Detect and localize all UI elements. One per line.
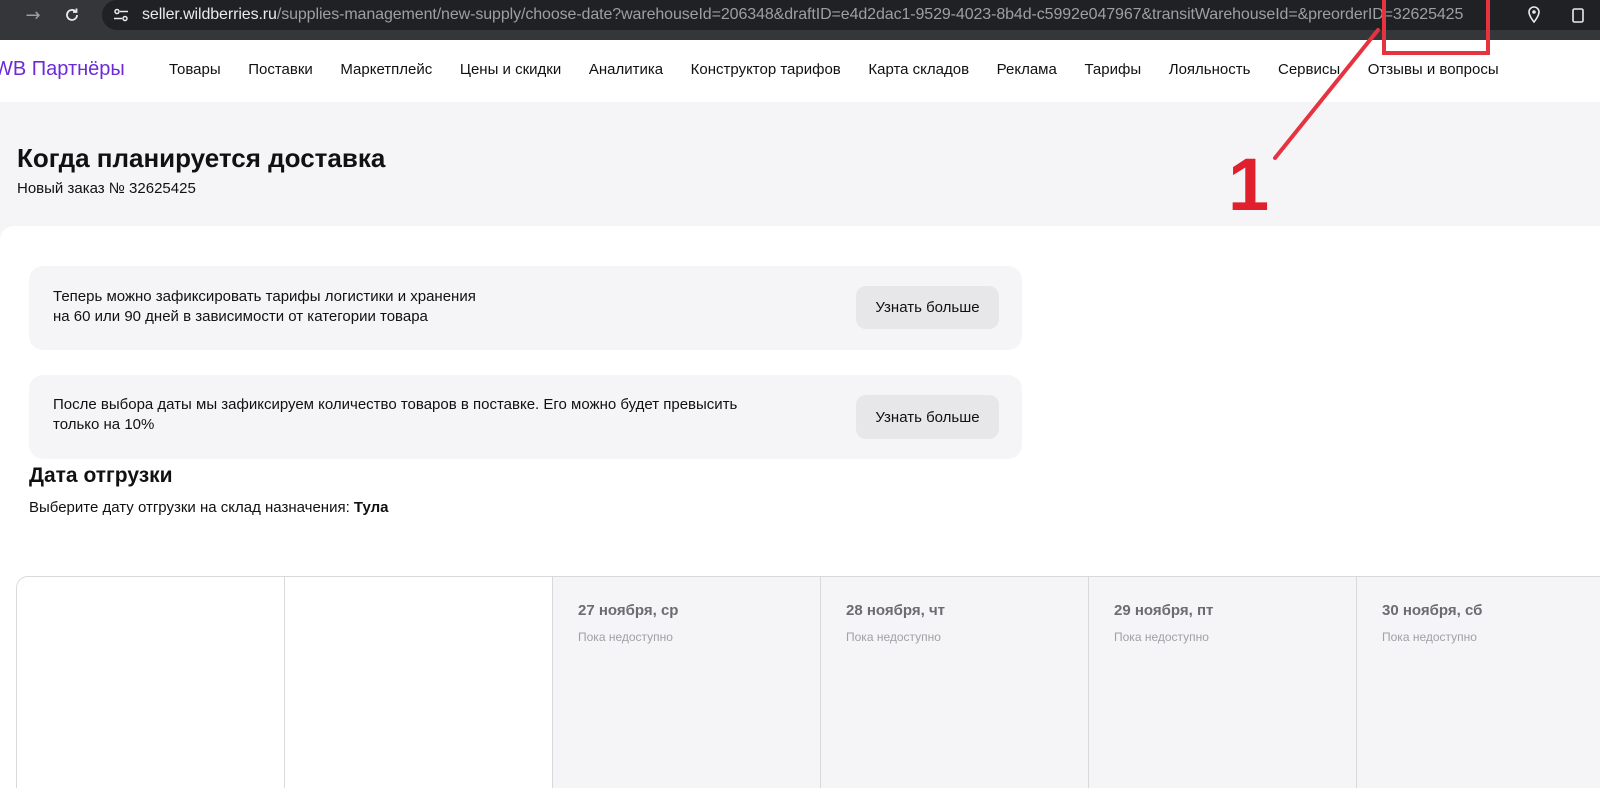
info-card-tariffs: Теперь можно зафиксировать тарифы логист… xyxy=(29,266,1022,350)
nav-item-marketplace[interactable]: Маркетплейс xyxy=(340,61,432,78)
site-settings-icon[interactable] xyxy=(110,4,132,26)
back-arrow-icon[interactable]: → xyxy=(18,0,48,30)
learn-more-button[interactable]: Узнать больше xyxy=(856,395,999,439)
nav-item-supplies[interactable]: Поставки xyxy=(248,61,313,78)
nav-menu: Товары Поставки Маркетплейс Цены и скидк… xyxy=(169,61,1526,78)
url-host: seller.wildberries.ru xyxy=(142,6,277,23)
date-cell-empty xyxy=(285,577,553,788)
browser-toolbar: → seller.wildberries.ru/supplies-managem… xyxy=(0,0,1600,40)
url-path: /supplies-management/new-supply/choose-d… xyxy=(276,6,1464,23)
shipping-date-description: Выберите дату отгрузки на склад назначен… xyxy=(29,499,389,516)
top-navigation: WB Партнёры Товары Поставки Маркетплейс … xyxy=(0,40,1600,102)
annotation-number: 1 xyxy=(1228,143,1270,226)
info-card-text: Теперь можно зафиксировать тарифы логист… xyxy=(53,287,476,327)
date-cell[interactable]: 30 ноября, сб Пока недоступно xyxy=(1357,577,1600,788)
password-key-icon[interactable] xyxy=(1568,5,1588,25)
date-label: 30 ноября, сб xyxy=(1382,602,1483,619)
nav-item-prices[interactable]: Цены и скидки xyxy=(460,61,561,78)
date-status: Пока недоступно xyxy=(846,630,941,644)
nav-item-ads[interactable]: Реклама xyxy=(997,61,1057,78)
date-status: Пока недоступно xyxy=(1382,630,1477,644)
nav-item-analytics[interactable]: Аналитика xyxy=(589,61,663,78)
address-bar[interactable]: seller.wildberries.ru/supplies-managemen… xyxy=(102,0,1600,30)
date-cell[interactable]: 28 ноября, чт Пока недоступно xyxy=(821,577,1089,788)
reload-icon[interactable] xyxy=(57,0,87,30)
info-text-line: только на 10% xyxy=(53,416,155,433)
nav-item-services[interactable]: Сервисы xyxy=(1278,61,1340,78)
info-text-line: После выбора даты мы зафиксируем количес… xyxy=(53,396,738,413)
date-cell[interactable]: 27 ноября, ср Пока недоступно xyxy=(553,577,821,788)
date-status: Пока недоступно xyxy=(578,630,673,644)
info-text-line: Теперь можно зафиксировать тарифы логист… xyxy=(53,288,476,305)
date-cell-empty xyxy=(17,577,285,788)
annotation-highlight-box xyxy=(1382,0,1490,55)
learn-more-button[interactable]: Узнать больше xyxy=(856,286,999,329)
nav-item-tariff-builder[interactable]: Конструктор тарифов xyxy=(691,61,841,78)
nav-item-tariffs[interactable]: Тарифы xyxy=(1084,61,1141,78)
main-panel: Теперь можно зафиксировать тарифы логист… xyxy=(0,226,1600,788)
nav-item-goods[interactable]: Товары xyxy=(169,61,221,78)
date-status: Пока недоступно xyxy=(1114,630,1209,644)
wb-partners-logo[interactable]: WB Партнёры xyxy=(0,58,125,81)
date-label: 27 ноября, ср xyxy=(578,602,679,619)
shipping-desc-text: Выберите дату отгрузки на склад назначен… xyxy=(29,499,354,516)
nav-item-warehouse-map[interactable]: Карта складов xyxy=(868,61,969,78)
location-pin-icon[interactable] xyxy=(1524,5,1544,25)
date-calendar-grid: 27 ноября, ср Пока недоступно 28 ноября,… xyxy=(16,576,1600,788)
nav-item-reviews[interactable]: Отзывы и вопросы xyxy=(1368,61,1499,78)
page-title: Когда планируется доставка xyxy=(17,143,386,173)
info-card-quantity: После выбора даты мы зафиксируем количес… xyxy=(29,375,1022,459)
url-text: seller.wildberries.ru/supplies-managemen… xyxy=(142,6,1463,24)
date-label: 28 ноября, чт xyxy=(846,602,946,619)
date-label: 29 ноября, пт xyxy=(1114,602,1214,619)
shipping-date-title: Дата отгрузки xyxy=(29,464,173,487)
warehouse-name: Тула xyxy=(353,499,389,516)
date-cell[interactable]: 29 ноября, пт Пока недоступно xyxy=(1089,577,1357,788)
order-number: Новый заказ № 32625425 xyxy=(17,180,196,197)
info-card-text: После выбора даты мы зафиксируем количес… xyxy=(53,395,737,435)
info-text-line: на 60 или 90 дней в зависимости от катег… xyxy=(53,308,428,325)
nav-item-loyalty[interactable]: Лояльность xyxy=(1169,61,1251,78)
